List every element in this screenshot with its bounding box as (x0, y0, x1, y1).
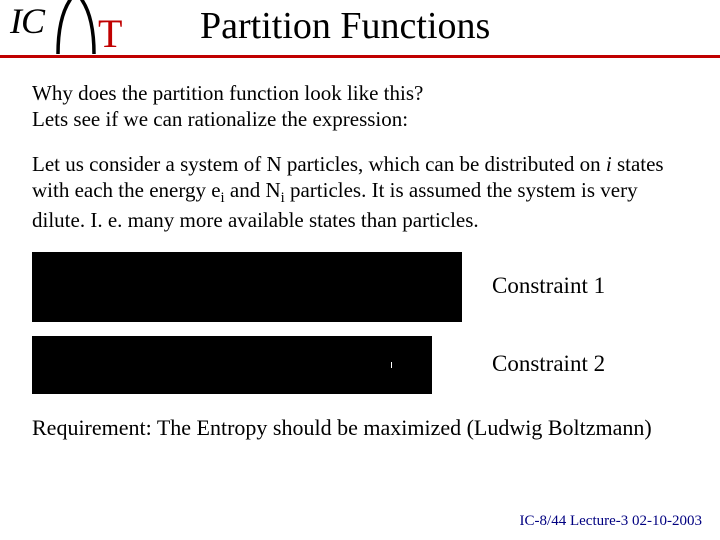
logo-ic-text: IC (10, 0, 44, 42)
intro-line-1: Why does the partition function look lik… (32, 81, 423, 105)
logo: IC T (10, 0, 120, 54)
slide-footer: IC-8/44 Lecture-3 02-10-2003 (520, 513, 702, 530)
constraint-1-label: Constraint 1 (492, 272, 605, 301)
slide-header: IC T Partition Functions (0, 0, 720, 58)
constraint-2-row: Constraint 2 (32, 336, 692, 394)
slide-title: Partition Functions (200, 4, 490, 48)
intro-paragraph: Why does the partition function look lik… (32, 80, 692, 133)
equation-box-1 (32, 252, 462, 322)
system-paragraph: Let us consider a system of N particles,… (32, 151, 692, 234)
p2-part3: and N (225, 178, 281, 202)
equation-box-2 (32, 336, 432, 394)
constraint-1-row: Constraint 1 (32, 252, 692, 322)
logo-t-text: T (98, 10, 122, 57)
p2-part1: Let us consider a system of N particles,… (32, 152, 606, 176)
slide-content: Why does the partition function look lik… (0, 58, 720, 441)
constraint-2-label: Constraint 2 (492, 350, 605, 379)
requirement-text: Requirement: The Entropy should be maxim… (32, 414, 692, 442)
intro-line-2: Lets see if we can rationalize the expre… (32, 107, 408, 131)
